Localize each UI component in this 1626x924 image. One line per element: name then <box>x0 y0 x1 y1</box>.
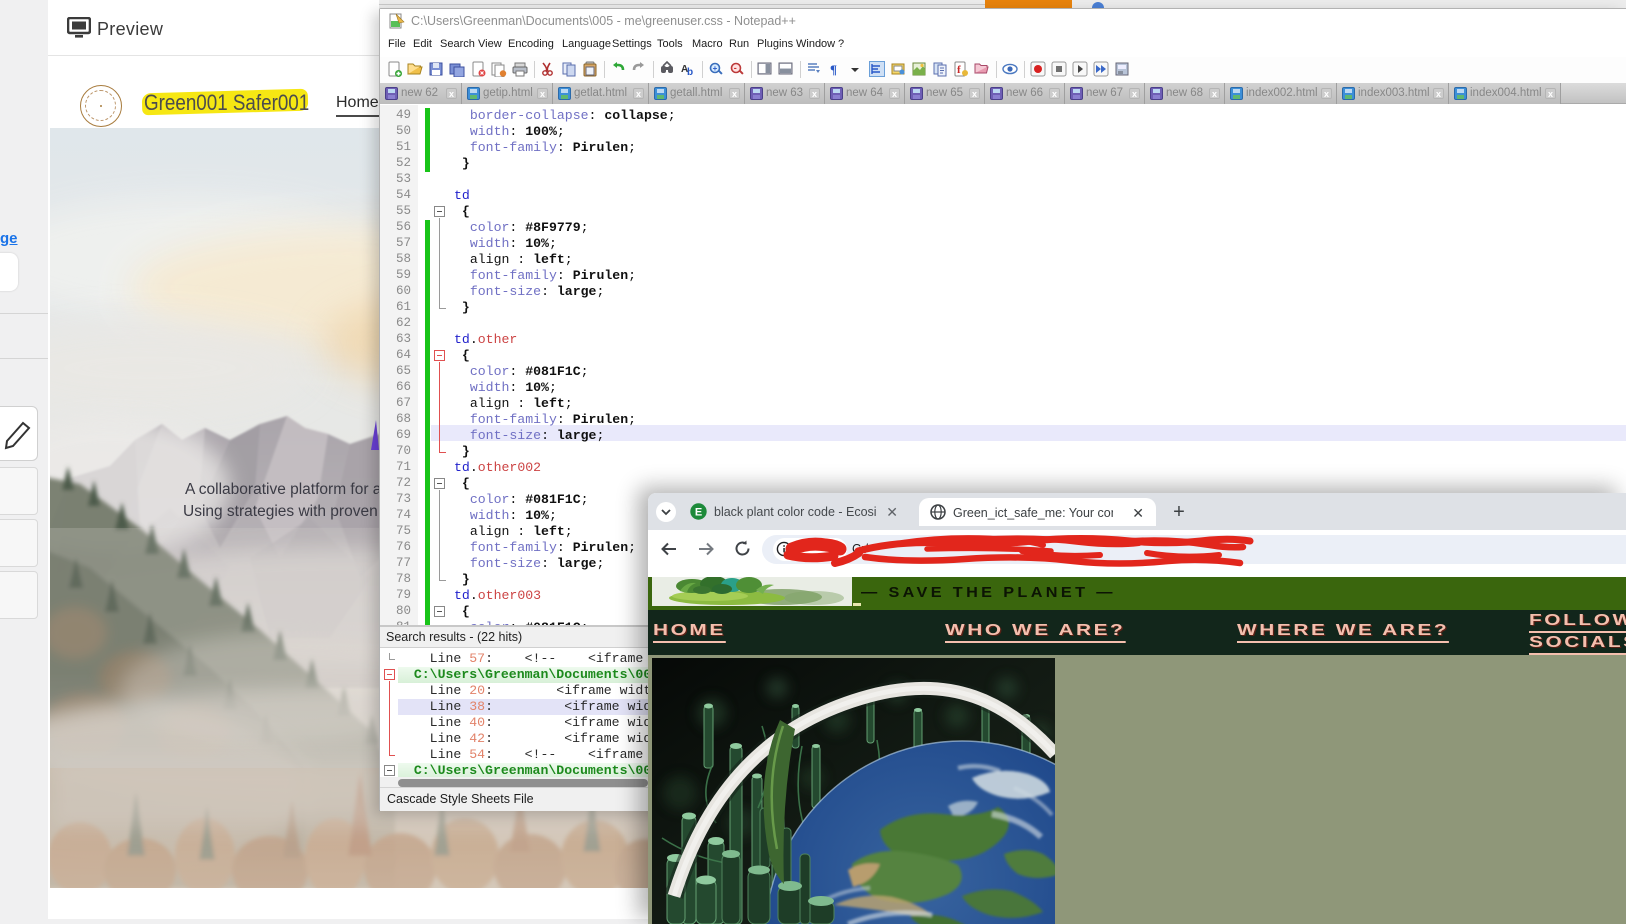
svg-text:E: E <box>695 507 702 519</box>
svg-text:f: f <box>957 64 961 76</box>
svg-text:-: - <box>734 63 737 73</box>
svg-text:b: b <box>687 67 693 77</box>
svg-text:¶: ¶ <box>830 62 837 77</box>
svg-text:+: + <box>713 64 718 73</box>
